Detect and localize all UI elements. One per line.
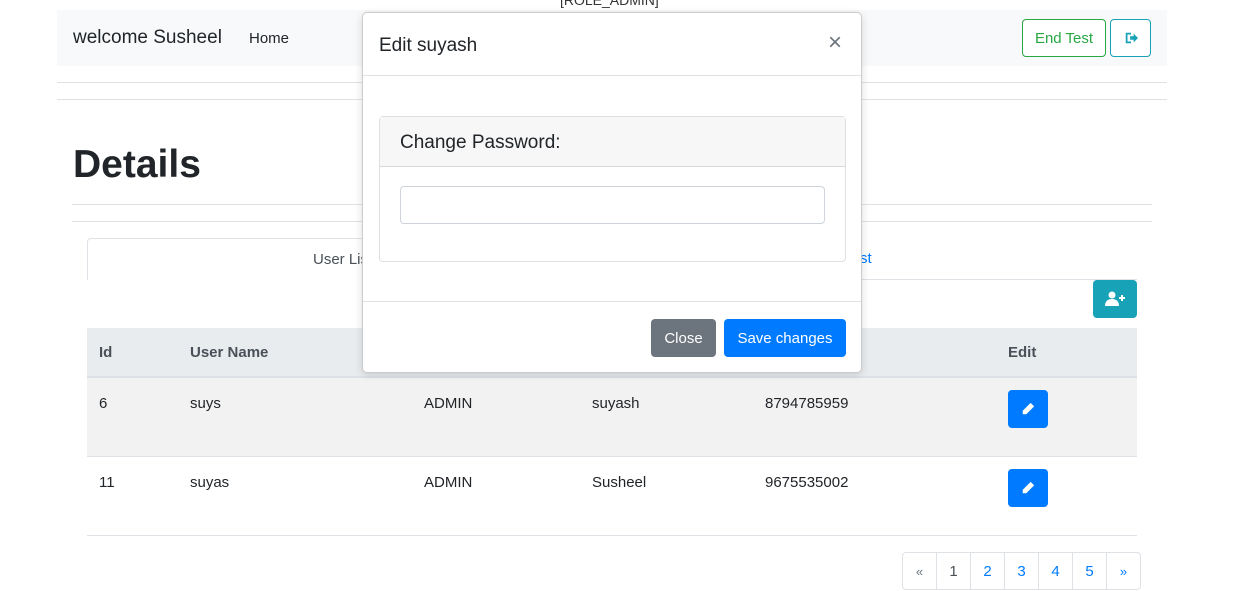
change-password-card: Change Password:	[379, 116, 846, 262]
page-1[interactable]: 1	[936, 553, 970, 589]
cell-phone: 9675535002	[765, 474, 849, 491]
navbar-brand[interactable]: welcome Susheel	[73, 27, 222, 49]
cell-username: suyas	[190, 474, 230, 491]
cell-phone: 8794785959	[765, 395, 849, 412]
header-edit: Edit	[1008, 344, 1037, 361]
cell-username: suys	[190, 395, 221, 412]
logout-button[interactable]	[1110, 19, 1151, 57]
cell-role: ADMIN	[424, 474, 473, 491]
page-prev[interactable]: «	[903, 553, 936, 589]
pencil-icon	[1022, 481, 1035, 494]
user-plus-icon	[1105, 291, 1125, 306]
page-title: Details	[73, 143, 201, 186]
page-next[interactable]: »	[1106, 553, 1140, 589]
page-2[interactable]: 2	[970, 553, 1004, 589]
page-3[interactable]: 3	[1004, 553, 1038, 589]
table-row: 11 suyas ADMIN Susheel 9675535002	[87, 457, 1137, 536]
cell-role: ADMIN	[424, 395, 473, 412]
close-icon[interactable]: ×	[828, 31, 842, 55]
card-header-label: Change Password:	[400, 132, 561, 153]
modal-footer: Close Save changes	[363, 301, 861, 373]
card-header: Change Password:	[380, 117, 845, 167]
pagination: « 1 2 3 4 5 »	[902, 552, 1141, 590]
role-text: [ROLE_ADMIN]	[560, 0, 659, 8]
header-id: Id	[99, 344, 113, 361]
close-button[interactable]: Close	[651, 319, 716, 357]
cell-name: suyash	[592, 395, 640, 412]
save-changes-button[interactable]: Save changes	[724, 319, 846, 357]
nav-home-link[interactable]: Home	[249, 30, 289, 47]
password-input[interactable]	[400, 186, 825, 224]
cell-name: Susheel	[592, 474, 647, 491]
page-5[interactable]: 5	[1072, 553, 1106, 589]
end-test-button[interactable]: End Test	[1022, 19, 1106, 57]
page-4[interactable]: 4	[1038, 553, 1072, 589]
edit-button[interactable]	[1008, 469, 1048, 507]
cell-id: 11	[99, 474, 115, 491]
header-username: User Name	[190, 344, 269, 361]
cell-id: 6	[99, 395, 108, 412]
pencil-icon	[1022, 402, 1035, 415]
modal-title: Edit suyash	[379, 35, 478, 56]
modal-header: Edit suyash ×	[363, 13, 861, 76]
edit-button[interactable]	[1008, 390, 1048, 428]
edit-user-modal: Edit suyash × Change Password: Close Sav…	[362, 12, 862, 373]
sign-out-icon	[1125, 32, 1138, 44]
add-user-button[interactable]	[1093, 280, 1137, 318]
table-row: 6 suys ADMIN suyash 8794785959	[87, 378, 1137, 457]
